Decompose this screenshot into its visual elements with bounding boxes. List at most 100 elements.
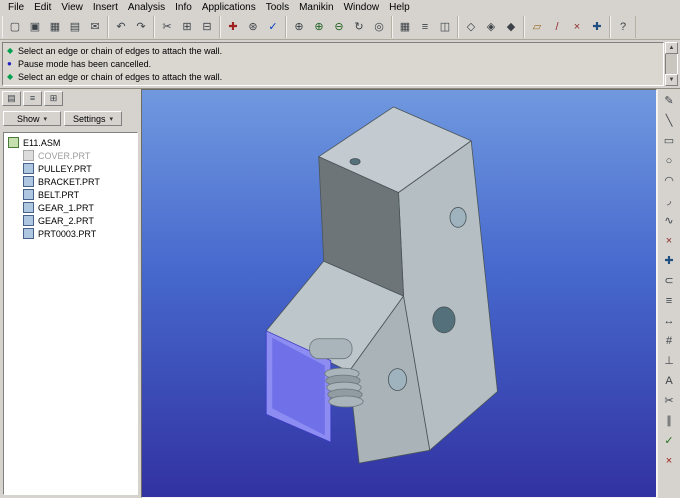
view-manager-icon[interactable]: ◫ [435, 17, 455, 37]
line-tool-icon[interactable]: ╲ [659, 111, 679, 131]
message-text: Select an edge or chain of edges to atta… [18, 71, 223, 82]
rectangle-tool-icon[interactable]: ▭ [659, 131, 679, 151]
copy-icon[interactable]: ⊞ [177, 17, 197, 37]
email-icon[interactable]: ✉ [85, 17, 105, 37]
cut-icon[interactable]: ✂ [157, 17, 177, 37]
fillet-tool-icon[interactable]: ◞ [659, 191, 679, 211]
toolbar-group: ✂ ⊞ ⊟ [154, 16, 220, 38]
paste-icon[interactable]: ⊟ [197, 17, 217, 37]
use-edge-tool-icon[interactable]: ⊂ [659, 271, 679, 291]
mirror-tool-icon[interactable]: ∥ [659, 411, 679, 431]
menu-insert[interactable]: Insert [88, 1, 123, 14]
toolbar-group: ? [610, 16, 636, 38]
print-icon[interactable]: ▤ [65, 17, 85, 37]
tree-item[interactable]: BRACKET.PRT [8, 175, 137, 188]
sketch-tool-icon[interactable]: ✎ [659, 91, 679, 111]
chevron-down-icon: ▾ [109, 115, 114, 123]
layer-tree-toggle-icon[interactable]: ≡ [23, 91, 42, 106]
toolbar-group: ▱ / × ✚ [524, 16, 610, 38]
trim-tool-icon[interactable]: ✂ [659, 391, 679, 411]
tree-item[interactable]: BELT.PRT [8, 188, 137, 201]
point-tool-icon[interactable]: × [659, 231, 679, 251]
tree-item-label: GEAR_1.PRT [38, 202, 94, 213]
display-hidden-line-icon[interactable]: ◈ [481, 17, 501, 37]
toolbar-group: ↶ ↷ [108, 16, 154, 38]
menu-manikin[interactable]: Manikin [294, 1, 338, 14]
menu-help[interactable]: Help [384, 1, 415, 14]
toolbar-group: ◇ ◈ ◆ [458, 16, 524, 38]
text-tool-icon[interactable]: A [659, 371, 679, 391]
datum-axis-icon[interactable]: / [547, 17, 567, 37]
menu-view[interactable]: View [56, 1, 88, 14]
model-top-hole[interactable] [349, 158, 361, 166]
search-icon[interactable]: ⊛ [243, 17, 263, 37]
model-lower-hole[interactable] [387, 368, 407, 391]
datum-point-icon[interactable]: × [567, 17, 587, 37]
menu-file[interactable]: File [3, 1, 29, 14]
scrollbar-track[interactable] [665, 54, 678, 74]
model-upper-hole[interactable] [449, 207, 467, 228]
saved-views-icon[interactable]: ▦ [395, 17, 415, 37]
datum-csys-icon[interactable]: ✚ [587, 17, 607, 37]
csys-tool-icon[interactable]: ✚ [659, 251, 679, 271]
folder-browser-icon[interactable]: ⊞ [44, 91, 63, 106]
circle-tool-icon[interactable]: ○ [659, 151, 679, 171]
tree-root-item[interactable]: E11.ASM [8, 136, 137, 149]
scroll-down-icon[interactable]: ▼ [665, 74, 678, 86]
part-icon [23, 163, 34, 174]
message-line: ● Pause mode has been cancelled. [7, 57, 659, 70]
tree-item[interactable]: PRT0003.PRT [8, 227, 137, 240]
help-icon[interactable]: ? [613, 17, 633, 37]
menu-tools[interactable]: Tools [261, 1, 294, 14]
modify-tool-icon[interactable]: # [659, 331, 679, 351]
spin-center-icon[interactable]: ⊕ [289, 17, 309, 37]
repaint-icon[interactable]: ◎ [369, 17, 389, 37]
done-tool-icon[interactable]: ✓ [659, 431, 679, 451]
message-list: ◆ Select an edge or chain of edges to att… [2, 42, 664, 86]
navigator-panel: ▤ ≡ ⊞ Show ▾ Settings ▾ E11.ASM COVER.PRT P… [0, 89, 141, 498]
message-area: ◆ Select an edge or chain of edges to att… [0, 40, 680, 89]
select-check-icon[interactable]: ✓ [263, 17, 283, 37]
menu-info[interactable]: Info [170, 1, 197, 14]
model-tree-toggle-icon[interactable]: ▤ [2, 91, 21, 106]
menu-applications[interactable]: Applications [197, 1, 261, 14]
refit-icon[interactable]: ↻ [349, 17, 369, 37]
quit-tool-icon[interactable]: × [659, 451, 679, 471]
menu-window[interactable]: Window [339, 1, 385, 14]
message-text: Select an edge or chain of edges to atta… [18, 45, 223, 56]
settings-dropdown[interactable]: Settings ▾ [64, 111, 122, 126]
main-area: ▤ ≡ ⊞ Show ▾ Settings ▾ E11.ASM COVER.PRT P… [0, 89, 680, 498]
display-shaded-icon[interactable]: ◆ [501, 17, 521, 37]
constraint-tool-icon[interactable]: ⊥ [659, 351, 679, 371]
feature-toolbar: ✎ ╲ ▭ ○ ◠ ◞ ∿ × ✚ ⊂ ≡ ↔ # ⊥ A ✂ ∥ ✓ × [657, 89, 680, 498]
tree-item[interactable]: GEAR_2.PRT [8, 214, 137, 227]
tree-item[interactable]: GEAR_1.PRT [8, 201, 137, 214]
message-scrollbar[interactable]: ▲ ▼ [665, 42, 678, 86]
menu-analysis[interactable]: Analysis [123, 1, 170, 14]
regenerate-icon[interactable]: ✚ [223, 17, 243, 37]
spline-tool-icon[interactable]: ∿ [659, 211, 679, 231]
tree-item[interactable]: PULLEY.PRT [8, 162, 137, 175]
layers-icon[interactable]: ≡ [415, 17, 435, 37]
scroll-up-icon[interactable]: ▲ [665, 42, 678, 54]
prompt-diamond-icon: ◆ [7, 46, 14, 55]
save-file-icon[interactable]: ▦ [45, 17, 65, 37]
undo-icon[interactable]: ↶ [111, 17, 131, 37]
show-dropdown[interactable]: Show ▾ [3, 111, 61, 126]
dimension-tool-icon[interactable]: ↔ [659, 311, 679, 331]
model-middle-hole[interactable] [432, 306, 456, 334]
zoom-out-icon[interactable]: ⊖ [329, 17, 349, 37]
menu-edit[interactable]: Edit [29, 1, 56, 14]
arc-tool-icon[interactable]: ◠ [659, 171, 679, 191]
zoom-in-icon[interactable]: ⊕ [309, 17, 329, 37]
offset-edge-tool-icon[interactable]: ≡ [659, 291, 679, 311]
part-icon [23, 176, 34, 187]
redo-icon[interactable]: ↷ [131, 17, 151, 37]
display-wireframe-icon[interactable]: ◇ [461, 17, 481, 37]
datum-plane-icon[interactable]: ▱ [527, 17, 547, 37]
info-dot-icon: ● [7, 59, 12, 68]
new-file-icon[interactable]: ▢ [5, 17, 25, 37]
viewport[interactable] [141, 89, 657, 498]
tree-item[interactable]: COVER.PRT [8, 149, 137, 162]
open-file-icon[interactable]: ▣ [25, 17, 45, 37]
